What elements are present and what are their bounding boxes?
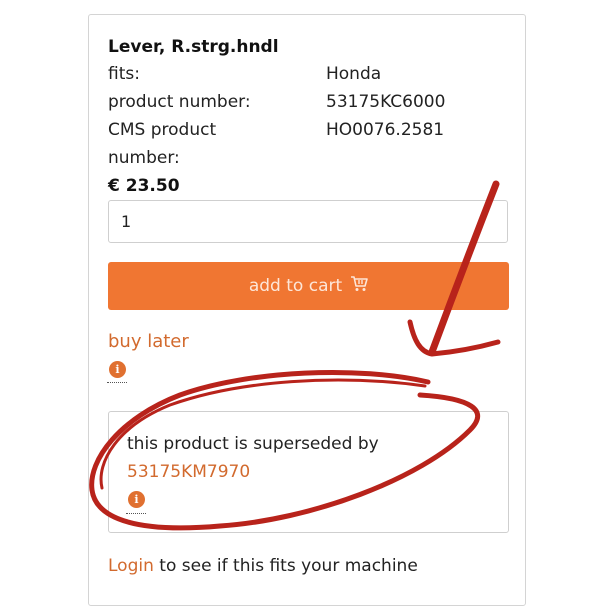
quantity-input[interactable]	[108, 200, 508, 243]
cms-value: HO0076.2581	[326, 120, 445, 140]
info-underline	[107, 382, 127, 383]
login-line: Login to see if this fits your machine	[108, 556, 418, 576]
add-to-cart-label: add to cart	[248, 276, 343, 296]
cms-label-line1: CMS product	[108, 120, 217, 140]
supersede-text: this product is superseded by	[127, 434, 379, 454]
info-underline	[126, 513, 146, 514]
cart-icon	[350, 275, 368, 297]
cms-label-line2: number:	[108, 148, 180, 168]
login-text: to see if this fits your machine	[153, 556, 418, 576]
fits-value: Honda	[326, 64, 382, 84]
add-to-cart-button[interactable]: add to cart	[108, 262, 509, 310]
fits-label: fits:	[108, 64, 140, 84]
product-title: Lever, R.strg.hndl	[108, 37, 279, 57]
product-number-value: 53175KC6000	[326, 92, 446, 112]
info-icon[interactable]: i	[128, 491, 145, 508]
price: € 23.50	[108, 176, 180, 196]
supersede-link[interactable]: 53175KM7970	[127, 462, 250, 482]
login-link[interactable]: Login	[108, 556, 154, 576]
buy-later-link[interactable]: buy later	[108, 331, 189, 352]
info-icon[interactable]: i	[109, 361, 126, 378]
product-number-label: product number:	[108, 92, 251, 112]
